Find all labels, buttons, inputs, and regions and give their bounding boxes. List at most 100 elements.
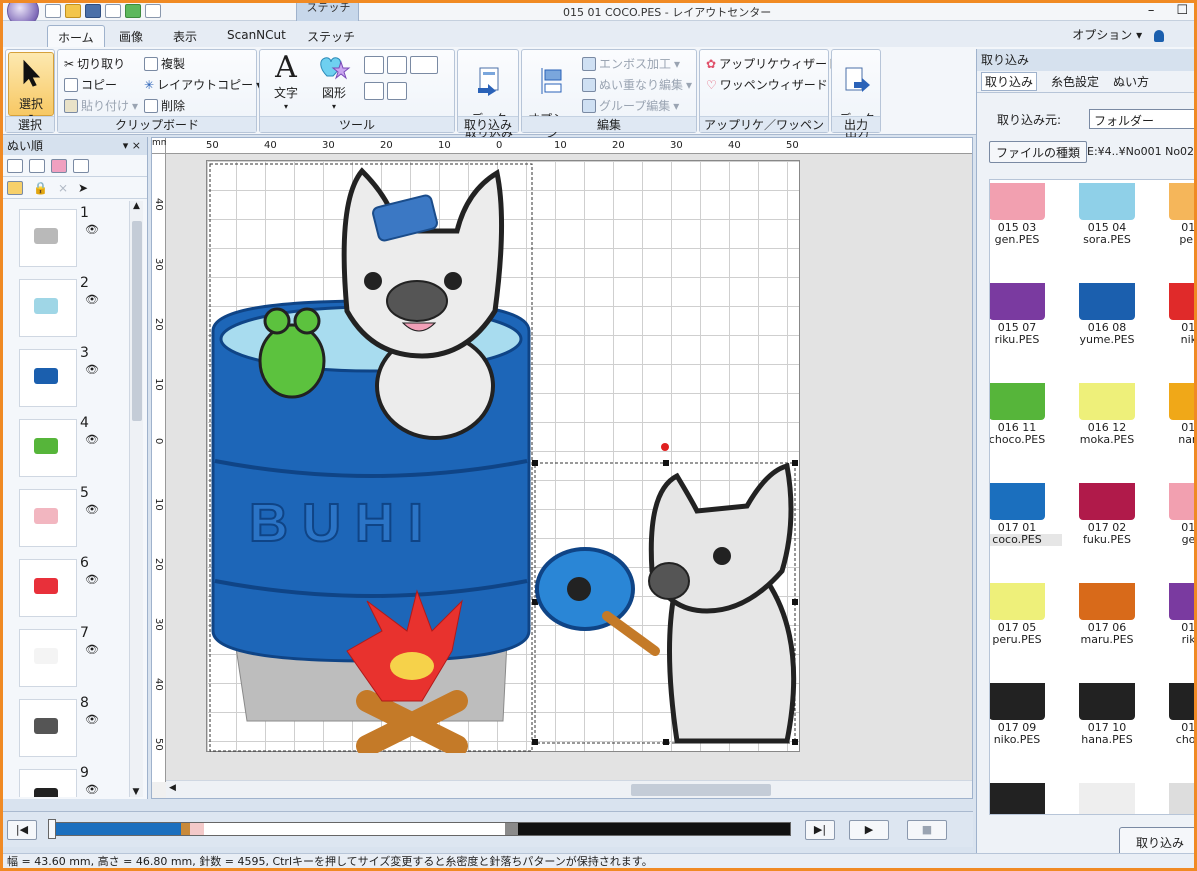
stitch-progress-track[interactable] — [48, 819, 791, 839]
tab-stitch[interactable]: ステッチ — [297, 25, 365, 47]
emboss-button[interactable]: エンボス加工 ▾ — [582, 54, 680, 74]
eye-icon[interactable]: 👁 — [85, 643, 99, 656]
resize-handle[interactable] — [532, 739, 538, 745]
file-thumbnail[interactable]: 016 1nana.P — [1152, 354, 1194, 454]
file-thumbnail[interactable]: 016 08 yume.PES — [1062, 254, 1152, 354]
file-thumbnail-grid[interactable]: 015 03gen.PES015 04sora.PES015 0peru.P01… — [989, 179, 1194, 815]
sew-order-item[interactable]: 5 👁 — [3, 481, 129, 551]
file-thumbnail[interactable]: 015 04 sora.PES — [1062, 180, 1152, 254]
tab-import[interactable]: 取り込み — [981, 72, 1038, 91]
eye-icon[interactable]: 👁 — [85, 433, 99, 446]
cut-button[interactable]: ✂ 切り取り — [64, 54, 125, 74]
file-thumbnail[interactable]: 017 05 peru.PES — [990, 554, 1062, 654]
eye-icon[interactable]: 👁 — [85, 363, 99, 376]
last-stitch-button[interactable]: ▶| — [805, 820, 835, 840]
options-menu[interactable]: オプション ▾ — [1072, 26, 1164, 43]
file-thumbnail[interactable]: 016 11 choco.PES — [990, 354, 1062, 454]
sew-order-item[interactable]: 3 👁 — [3, 341, 129, 411]
sew-order-thumbnail[interactable] — [19, 489, 77, 547]
resize-handle[interactable] — [792, 599, 798, 605]
resize-handle[interactable] — [792, 460, 798, 466]
file-thumbnail[interactable]: 016 0niko.P — [1152, 254, 1194, 354]
tab-sew-method[interactable]: ぬい方 — [1113, 73, 1149, 90]
file-thumbnail[interactable]: 015 03 gen.PES — [990, 180, 1062, 254]
embroidery-hoop-grid[interactable]: BUHI — [206, 160, 800, 753]
sew-order-thumbnail[interactable] — [19, 699, 77, 757]
zoom-fit-icon[interactable] — [410, 56, 438, 74]
file-type-button[interactable]: ファイルの種類 — [989, 141, 1088, 163]
text-tool-button[interactable]: A 文字 ▾ — [268, 52, 304, 114]
sew-order-scrollbar[interactable]: ▲ ▼ — [129, 201, 143, 797]
zoom-icon[interactable] — [105, 4, 121, 18]
sew-order-item[interactable]: 4 👁 — [3, 411, 129, 481]
sew-order-item[interactable]: 1 👁 — [3, 201, 129, 271]
scrollbar-thumb[interactable] — [132, 221, 142, 421]
shape-tool-button[interactable]: 図形 ▾ — [314, 52, 354, 114]
tab-scanncut[interactable]: ScanNCut — [217, 25, 296, 47]
eye-icon[interactable]: 👁 — [85, 573, 99, 586]
select-button[interactable]: 選択 ▾ — [8, 52, 54, 121]
scrollbar-thumb[interactable] — [631, 784, 771, 796]
sew-order-thumbnail[interactable] — [19, 629, 77, 687]
sew-order-thumbnail[interactable] — [19, 349, 77, 407]
eye-icon[interactable]: 👁 — [85, 503, 99, 516]
group-edit-button[interactable]: グループ編集 ▾ — [582, 96, 679, 116]
eye-icon[interactable]: 👁 — [85, 783, 99, 796]
file-thumbnail[interactable]: 015 07 riku.PES — [990, 254, 1062, 354]
progress-slider-handle[interactable] — [48, 819, 56, 839]
save-icon[interactable] — [85, 4, 101, 18]
patch-wizard-button[interactable]: ♡ ワッペンウィザード — [706, 75, 828, 95]
redo-icon[interactable] — [145, 4, 161, 18]
tab-home[interactable]: ホーム — [47, 25, 105, 47]
copy-button[interactable]: コピー — [64, 75, 117, 95]
file-thumbnail[interactable]: 017 09 niko.PES — [990, 654, 1062, 754]
file-thumbnail[interactable]: 017 14 rin.PES — [1062, 754, 1152, 814]
sew-order-thumbnail[interactable] — [19, 209, 77, 267]
file-thumbnail[interactable]: 017 06 maru.PES — [1062, 554, 1152, 654]
sew-order-thumbnail[interactable] — [19, 769, 77, 797]
chevron-left-icon[interactable]: ◀ — [169, 783, 176, 793]
sew-order-thumbnail[interactable] — [19, 279, 77, 337]
resize-handle[interactable] — [792, 739, 798, 745]
tab-image[interactable]: 画像 — [109, 25, 153, 47]
sew-order-thumbnail[interactable] — [19, 559, 77, 617]
delete-button[interactable]: 削除 — [144, 96, 185, 116]
undo-icon[interactable] — [125, 4, 141, 18]
sew-order-item[interactable]: 8 👁 — [3, 691, 129, 761]
minimize-button[interactable]: – — [1148, 3, 1155, 18]
sew-order-item[interactable]: 6 👁 — [3, 551, 129, 621]
file-thumbnail[interactable]: 017 1choco.P — [1152, 654, 1194, 754]
eye-icon[interactable]: 👁 — [85, 223, 99, 236]
file-thumbnail[interactable]: 017 13 — [990, 754, 1062, 814]
sort-icon[interactable] — [7, 158, 23, 173]
file-thumbnail[interactable]: 018 0 — [1152, 754, 1194, 814]
stop-button[interactable]: ■ — [907, 820, 947, 840]
tab-view[interactable]: 表示 — [163, 25, 207, 47]
chevron-up-icon[interactable]: ▲ — [130, 201, 143, 211]
resize-handle[interactable] — [663, 739, 669, 745]
chevron-down-icon[interactable]: ▼ — [130, 787, 142, 797]
file-thumbnail[interactable]: 017 10 hana.PES — [1062, 654, 1152, 754]
design-stage[interactable]: BUHI — [166, 154, 972, 782]
new-file-icon[interactable] — [45, 4, 61, 18]
play-button[interactable]: ▶ — [849, 820, 889, 840]
measure-icon[interactable] — [387, 82, 407, 100]
maximize-button[interactable]: ☐ — [1176, 3, 1188, 18]
hand-pan-icon[interactable] — [364, 82, 384, 100]
group-icon[interactable] — [29, 158, 45, 173]
sew-order-item[interactable]: 9 👁 — [3, 761, 129, 797]
play-order-icon[interactable] — [7, 180, 23, 195]
resize-handle[interactable] — [532, 460, 538, 466]
eye-icon[interactable]: 👁 — [85, 293, 99, 306]
file-thumbnail[interactable]: 015 0peru.P — [1152, 180, 1194, 254]
import-source-select[interactable]: フォルダー — [1089, 109, 1194, 129]
panel-pin-close[interactable]: ▾ ⨯ — [123, 137, 141, 155]
paste-button[interactable]: 貼り付け ▾ — [64, 96, 138, 116]
sew-order-item[interactable]: 7 👁 — [3, 621, 129, 691]
file-thumbnail[interactable]: 017 0riku.P — [1152, 554, 1194, 654]
rotate-handle[interactable] — [661, 443, 669, 451]
file-thumbnail[interactable]: 016 12 moka.PES — [1062, 354, 1152, 454]
cursor-arrow-icon[interactable]: ➤ — [78, 181, 88, 195]
sew-order-item[interactable]: 2 👁 — [3, 271, 129, 341]
layout-copy-button[interactable]: ✳ レイアウトコピー ▾ — [144, 75, 262, 95]
